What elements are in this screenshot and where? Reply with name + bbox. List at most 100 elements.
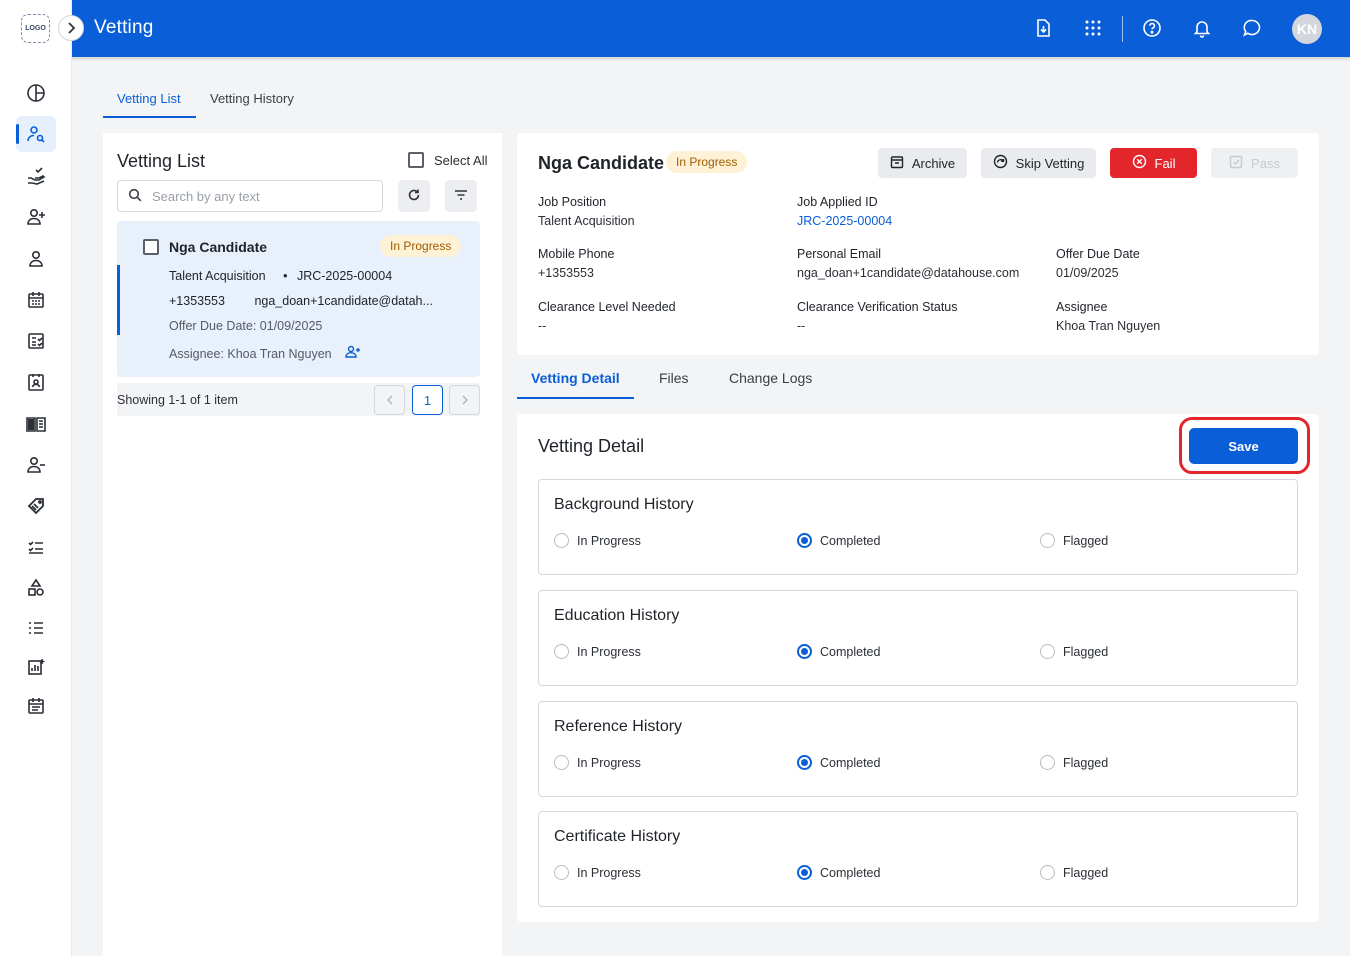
clearance-level-value: -- [538,319,547,333]
next-page-button[interactable] [449,385,480,415]
pagination-summary: Showing 1-1 of 1 item [117,393,238,407]
filter-button[interactable] [445,180,477,212]
radio-button[interactable] [554,755,569,770]
vetting-list-panel: Vetting List Select All Nga Candidate In… [103,133,502,956]
tab-vetting-history[interactable]: Vetting History [210,91,294,106]
calendar-icon[interactable] [16,282,56,318]
radio-flagged[interactable]: Flagged [1040,755,1108,770]
download-icon[interactable] [1030,15,1056,41]
radio-completed[interactable]: Completed [797,865,880,880]
report-icon[interactable] [16,649,56,685]
radio-button[interactable] [554,533,569,548]
person-icon[interactable] [16,241,56,277]
select-all-checkbox[interactable]: Select All [408,152,487,168]
logo[interactable]: LOGO [21,14,50,43]
mobile-phone-value: +1353553 [538,266,594,280]
radio-flagged[interactable]: Flagged [1040,644,1108,659]
pass-check-icon [1229,155,1243,172]
pass-label: Pass [1251,155,1280,171]
job-applied-id-label: Job Applied ID [797,195,878,209]
archive-button[interactable]: Archive [878,148,967,178]
radio-label: In Progress [577,865,641,880]
clearance-level-label: Clearance Level Needed [538,300,676,314]
radio-button[interactable] [1040,644,1055,659]
radio-flagged[interactable]: Flagged [1040,865,1108,880]
radio-button-checked[interactable] [797,755,812,770]
archive-icon [890,155,904,172]
tab-files[interactable]: Files [659,370,689,386]
search-field[interactable] [117,180,383,212]
checklist-form-icon[interactable] [16,323,56,359]
sidebar-collapse-button[interactable] [58,15,84,41]
dashboard-icon[interactable] [16,75,56,111]
radio-in-progress[interactable]: In Progress [554,865,641,880]
refresh-icon [407,188,421,205]
candidate-checkbox[interactable] [143,239,159,255]
clearance-status-label: Clearance Verification Status [797,300,958,314]
pass-button[interactable]: Pass [1211,148,1298,178]
radio-flagged[interactable]: Flagged [1040,533,1108,548]
numbered-list-icon[interactable] [16,610,56,646]
vetting-detail-title: Vetting Detail [538,436,645,456]
radio-in-progress[interactable]: In Progress [554,533,641,548]
chat-icon[interactable] [1239,15,1265,41]
background-history-section: Background History In Progress Completed… [538,479,1298,575]
sidebar: LOGO [0,0,72,956]
section-title: Reference History [554,718,683,735]
tab-vetting-detail[interactable]: Vetting Detail [531,370,620,386]
section-title: Background History [554,496,694,513]
shapes-icon[interactable] [16,570,56,606]
tag-icon[interactable] [16,488,56,524]
job-applied-id-link[interactable]: JRC-2025-00004 [797,214,892,228]
tab-change-logs[interactable]: Change Logs [729,370,812,386]
toolbar-divider [1122,16,1123,42]
refresh-button[interactable] [398,180,430,212]
personal-email-label: Personal Email [797,247,882,261]
avatar[interactable]: KN [1292,14,1322,44]
candidate-contact-row: +1353553 nga_doan+1candidate@datah... [169,294,433,308]
bell-icon[interactable] [1189,15,1215,41]
search-input[interactable] [152,188,372,204]
radio-button[interactable] [1040,533,1055,548]
radio-completed[interactable]: Completed [797,644,880,659]
help-icon[interactable] [1139,15,1165,41]
radio-in-progress[interactable]: In Progress [554,755,641,770]
assign-user-icon[interactable] [345,345,361,361]
checkbox-box[interactable] [408,152,424,168]
job-position-label: Job Position [538,195,607,209]
save-button[interactable]: Save [1189,428,1298,464]
book-icon[interactable] [16,406,56,442]
skip-icon [993,154,1008,172]
radio-button-checked[interactable] [797,865,812,880]
top-bar: Vetting KN [0,0,1350,57]
radio-in-progress[interactable]: In Progress [554,644,641,659]
page-number-button[interactable]: 1 [412,385,443,415]
radio-completed[interactable]: Completed [797,533,880,548]
certificate-history-section: Certificate History In Progress Complete… [538,811,1298,907]
tab-vetting-list[interactable]: Vetting List [117,91,181,106]
radio-button-checked[interactable] [797,533,812,548]
assignee-value: Khoa Tran Nguyen [1056,319,1161,333]
candidate-name: Nga Candidate [169,239,268,255]
hand-check-icon[interactable] [16,158,56,194]
radio-completed[interactable]: Completed [797,755,880,770]
radio-button[interactable] [554,644,569,659]
add-user-icon[interactable] [16,199,56,235]
id-card-icon[interactable] [16,364,56,400]
fail-button[interactable]: Fail [1110,148,1197,178]
remove-user-icon[interactable] [16,447,56,483]
radio-button[interactable] [1040,865,1055,880]
candidate-search-icon[interactable] [16,116,56,152]
candidate-email: nga_doan+1candidate@datah... [254,294,433,308]
event-icon[interactable] [16,688,56,724]
candidate-title: Nga Candidate [538,153,665,173]
candidate-list-item[interactable]: Nga Candidate In Progress Talent Acquisi… [117,221,480,377]
radio-button[interactable] [554,865,569,880]
apps-grid-icon[interactable] [1080,15,1106,41]
previous-page-button[interactable] [374,385,405,415]
skip-vetting-button[interactable]: Skip Vetting [981,148,1096,178]
tasks-icon[interactable] [16,529,56,565]
chevron-right-icon [461,393,469,408]
radio-button[interactable] [1040,755,1055,770]
radio-button-checked[interactable] [797,644,812,659]
